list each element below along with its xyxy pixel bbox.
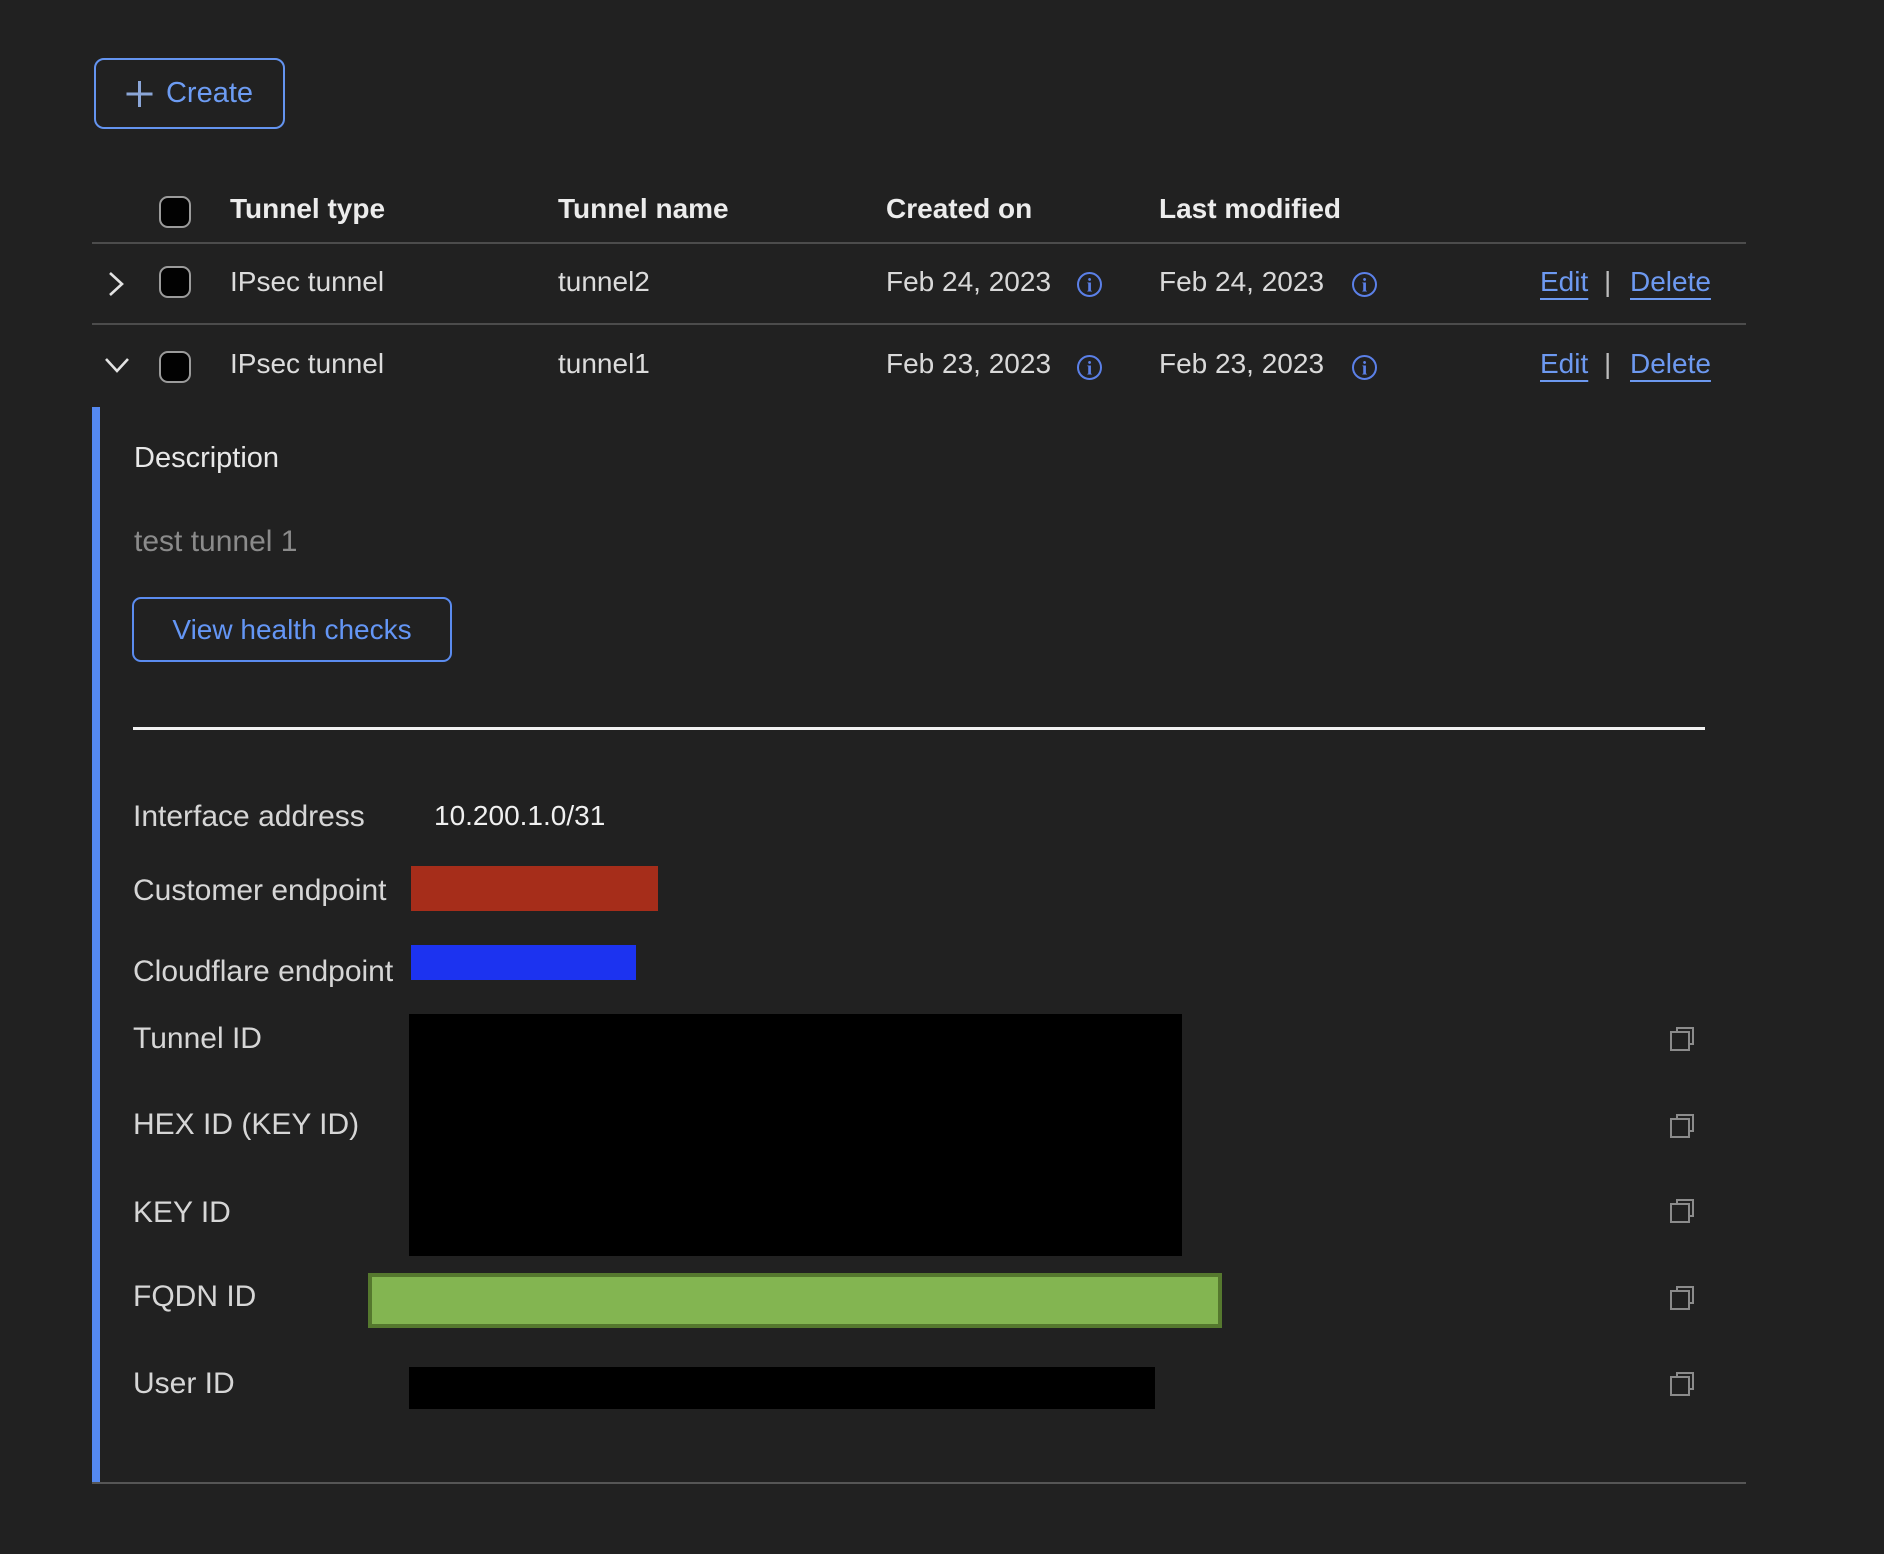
svg-text:i: i (1362, 276, 1367, 297)
svg-text:i: i (1362, 359, 1367, 380)
svg-text:i: i (1087, 359, 1092, 380)
svg-text:i: i (1087, 276, 1092, 297)
